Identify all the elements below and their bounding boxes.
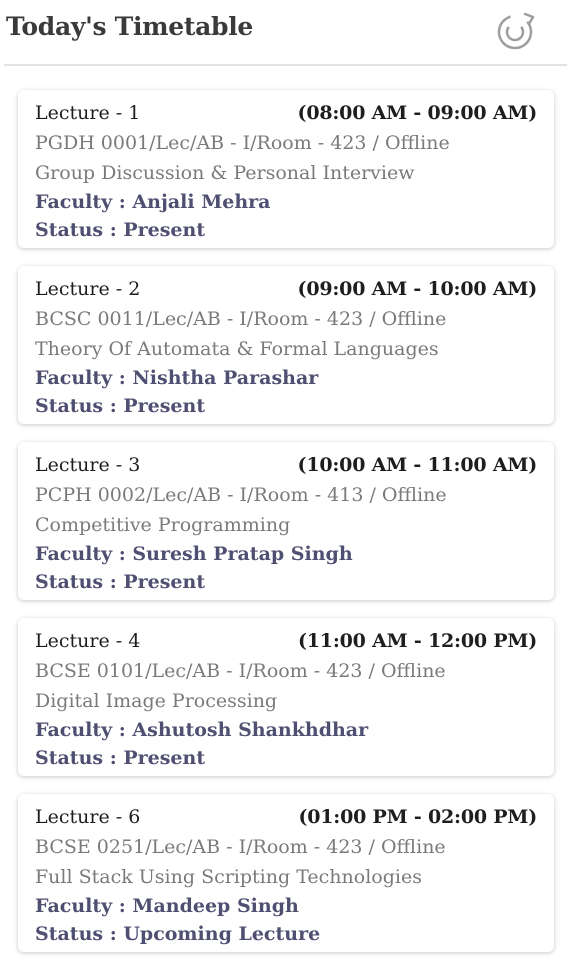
- lecture-card[interactable]: Lecture - 1 (08:00 AM - 09:00 AM) PGDH 0…: [18, 90, 554, 248]
- course-code: BCSE 0251/Lec/AB - I/Room - 423 / Offlin…: [35, 836, 446, 858]
- attendance-status: Status : Upcoming Lecture: [35, 923, 321, 945]
- lecture-label: Lecture - 6: [35, 806, 141, 828]
- lecture-label: Lecture - 1: [35, 102, 141, 124]
- subject-name: Group Discussion & Personal Interview: [35, 162, 415, 184]
- lecture-time: (10:00 AM - 11:00 AM): [297, 454, 538, 476]
- subject-name: Competitive Programming: [35, 514, 291, 536]
- course-code: BCSC 0011/Lec/AB - I/Room - 423 / Offlin…: [35, 308, 447, 330]
- lecture-time: (01:00 PM - 02:00 PM): [298, 806, 537, 828]
- timetable-list: Lecture - 1 (08:00 AM - 09:00 AM) PGDH 0…: [18, 90, 554, 970]
- subject-name: Theory Of Automata & Formal Languages: [35, 338, 439, 360]
- refresh-button[interactable]: [495, 8, 539, 52]
- faculty-name: Faculty : Nishtha Parashar: [35, 367, 319, 389]
- course-code: PGDH 0001/Lec/AB - I/Room - 423 / Offlin…: [35, 132, 450, 154]
- faculty-name: Faculty : Mandeep Singh: [35, 895, 299, 917]
- lecture-card[interactable]: Lecture - 3 (10:00 AM - 11:00 AM) PCPH 0…: [18, 442, 554, 600]
- faculty-name: Faculty : Ashutosh Shankhdhar: [35, 719, 369, 741]
- attendance-status: Status : Present: [35, 747, 206, 769]
- attendance-status: Status : Present: [35, 395, 206, 417]
- lecture-label: Lecture - 3: [35, 454, 141, 476]
- lecture-card[interactable]: Lecture - 6 (01:00 PM - 02:00 PM) BCSE 0…: [18, 794, 554, 952]
- faculty-name: Faculty : Anjali Mehra: [35, 191, 271, 213]
- attendance-status: Status : Present: [35, 571, 206, 593]
- course-code: PCPH 0002/Lec/AB - I/Room - 413 / Offlin…: [35, 484, 447, 506]
- subject-name: Full Stack Using Scripting Technologies: [35, 866, 422, 888]
- lecture-card[interactable]: Lecture - 2 (09:00 AM - 10:00 AM) BCSC 0…: [18, 266, 554, 424]
- attendance-status: Status : Present: [35, 219, 206, 241]
- subject-name: Digital Image Processing: [35, 690, 278, 712]
- refresh-icon: [497, 12, 535, 50]
- lecture-label: Lecture - 2: [35, 278, 141, 300]
- header: Today's Timetable: [4, 0, 567, 66]
- lecture-time: (08:00 AM - 09:00 AM): [297, 102, 538, 124]
- faculty-name: Faculty : Suresh Pratap Singh: [35, 543, 353, 565]
- lecture-time: (11:00 AM - 12:00 PM): [297, 630, 537, 652]
- course-code: BCSE 0101/Lec/AB - I/Room - 423 / Offlin…: [35, 660, 446, 682]
- lecture-time: (09:00 AM - 10:00 AM): [297, 278, 538, 300]
- page-title: Today's Timetable: [6, 12, 254, 41]
- lecture-label: Lecture - 4: [35, 630, 141, 652]
- lecture-card[interactable]: Lecture - 4 (11:00 AM - 12:00 PM) BCSE 0…: [18, 618, 554, 776]
